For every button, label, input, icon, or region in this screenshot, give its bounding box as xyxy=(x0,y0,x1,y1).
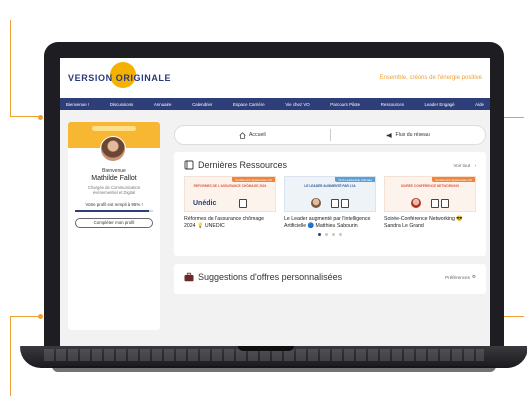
callout-dot xyxy=(38,314,43,319)
main-nav: Bienvenue ! Discussions Annuaire Calendr… xyxy=(60,98,490,110)
laptop-screen: VERSION ORIGINALE Ensemble, créons de l'… xyxy=(60,58,490,346)
offers-header: Suggestions d'offres personnalisées Préf… xyxy=(174,264,486,282)
speaker-photo xyxy=(411,198,421,208)
nav-item-annuaire[interactable]: Annuaire xyxy=(154,102,172,107)
document-icon xyxy=(441,199,449,208)
page-content: Bienvenue Mathilde Fallot Chargée de Com… xyxy=(60,110,490,346)
profile-progress-bar xyxy=(75,209,153,212)
home-icon xyxy=(239,131,246,139)
tab-accueil[interactable]: Accueil xyxy=(175,131,330,139)
resource-thumb-title: RÉFORMES DE L'ASSURANCE CHÔMAGE 2024 xyxy=(193,184,267,188)
carousel-pagination xyxy=(174,233,486,236)
profile-progress-fill xyxy=(75,209,150,212)
resource-thumb-title: SOIRÉE CONFÉRENCE NETWORKING xyxy=(400,184,460,188)
briefcase-icon xyxy=(184,272,194,282)
resources-carousel: Conférence Apprenante VO RÉFORMES DE L'A… xyxy=(174,170,486,229)
resource-card[interactable]: Club Leadership Ultimate LE LEADER AUGME… xyxy=(284,176,376,229)
site-tagline: Ensemble, créons de l'énergie positive xyxy=(379,75,482,81)
preferences-label: Préférences xyxy=(445,274,470,280)
resource-caption: Réformes de l'assurance chômage 2024 💡 U… xyxy=(184,216,264,229)
offers-section: Suggestions d'offres personnalisées Préf… xyxy=(174,264,486,294)
callout-dot xyxy=(38,115,43,120)
user-name: Mathilde Fallot xyxy=(91,175,137,182)
banner-decoration xyxy=(92,126,136,131)
tab-accueil-label: Accueil xyxy=(248,132,266,138)
chevron-right-icon: › xyxy=(474,162,476,168)
feed-tabs: Accueil Flux du réseau xyxy=(174,125,486,145)
complete-profile-button[interactable]: Compléter mon profil xyxy=(75,217,153,228)
resources-title: Dernières Ressources xyxy=(198,160,288,170)
nav-item-vie-chez-vo[interactable]: Vie chez VO xyxy=(285,102,309,107)
resource-card[interactable]: Conférence Apprenante VO RÉFORMES DE L'A… xyxy=(184,176,276,229)
resource-caption: Le Leader augmenté par l'intelligence Ar… xyxy=(284,216,371,229)
unedic-logo: Unédic xyxy=(193,200,217,207)
carousel-dot[interactable] xyxy=(325,233,328,236)
user-role-line-2: évènementiel et Digital xyxy=(92,190,136,196)
resource-tag: Conférence Apprenante VO xyxy=(432,177,475,182)
laptop-shadow xyxy=(52,366,496,372)
tab-flux-label: Flux du réseau xyxy=(395,132,430,138)
callout-line-top-left xyxy=(10,20,40,117)
site-header: VERSION ORIGINALE Ensemble, créons de l'… xyxy=(60,58,490,98)
nav-item-leader-engage[interactable]: Leader Engagé xyxy=(425,102,455,107)
profile-progress-label: Votre profil est rempli à 95% ! xyxy=(85,201,143,207)
logo-text-right: ORIGINALE xyxy=(115,73,172,83)
preferences-link[interactable]: Préférences ⚙ xyxy=(445,274,476,280)
offers-title: Suggestions d'offres personnalisées xyxy=(198,272,343,282)
laptop-notch xyxy=(238,346,294,351)
see-all-label: Voir tout xyxy=(453,162,471,168)
resource-thumbnail: Conférence Apprenante VO SOIRÉE CONFÉREN… xyxy=(384,176,476,212)
nav-item-bienvenue[interactable]: Bienvenue ! xyxy=(66,102,89,107)
document-icon xyxy=(239,199,247,208)
nav-item-aide[interactable]: Aide xyxy=(475,102,484,107)
document-icon xyxy=(184,160,194,170)
gear-icon: ⚙ xyxy=(471,274,476,279)
profile-card: Bienvenue Mathilde Fallot Chargée de Com… xyxy=(68,122,160,330)
brand-logo[interactable]: VERSION ORIGINALE xyxy=(68,62,172,88)
carousel-dot[interactable] xyxy=(318,233,321,236)
resource-card[interactable]: Conférence Apprenante VO SOIRÉE CONFÉREN… xyxy=(384,176,476,229)
carousel-dot[interactable] xyxy=(332,233,335,236)
logo-text-left: VERSION xyxy=(68,73,113,83)
document-icon xyxy=(341,199,349,208)
marketing-mockup: VERSION ORIGINALE Ensemble, créons de l'… xyxy=(0,0,527,398)
resource-tag: Conférence Apprenante VO xyxy=(232,177,275,182)
resource-thumbnail: Conférence Apprenante VO RÉFORMES DE L'A… xyxy=(184,176,276,212)
see-all-link[interactable]: Voir tout › xyxy=(453,163,476,168)
nav-item-ressources[interactable]: Ressources xyxy=(381,102,404,107)
avatar[interactable] xyxy=(100,136,126,162)
speaker-photo xyxy=(311,198,321,208)
document-icon xyxy=(331,199,339,208)
resource-tag: Club Leadership Ultimate xyxy=(335,177,375,182)
resources-title-wrap: Dernières Ressources xyxy=(184,160,287,170)
offers-title-wrap: Suggestions d'offres personnalisées xyxy=(184,272,342,282)
nav-item-discussions[interactable]: Discussions xyxy=(110,102,133,107)
document-icon xyxy=(431,199,439,208)
resource-thumbnail: Club Leadership Ultimate LE LEADER AUGME… xyxy=(284,176,376,212)
resources-section: Dernières Ressources Voir tout › Confére… xyxy=(174,152,486,256)
nav-item-calendrier[interactable]: Calendrier xyxy=(192,102,212,107)
tab-flux-reseau[interactable]: Flux du réseau xyxy=(330,132,485,139)
nav-item-espace-carriere[interactable]: Espace Carrière xyxy=(233,102,265,107)
resource-thumb-title: LE LEADER AUGMENTÉ PAR L'IA xyxy=(304,184,356,188)
nav-item-parcours-pilote[interactable]: Parcours Pilote xyxy=(330,102,360,107)
megaphone-icon xyxy=(386,132,392,138)
carousel-dot[interactable] xyxy=(339,233,342,236)
resource-caption: Soirée-Conférence Networking 😎 Sandra Le… xyxy=(384,216,463,229)
welcome-text: Bienvenue xyxy=(102,168,126,174)
resources-header: Dernières Ressources Voir tout › xyxy=(174,152,486,170)
